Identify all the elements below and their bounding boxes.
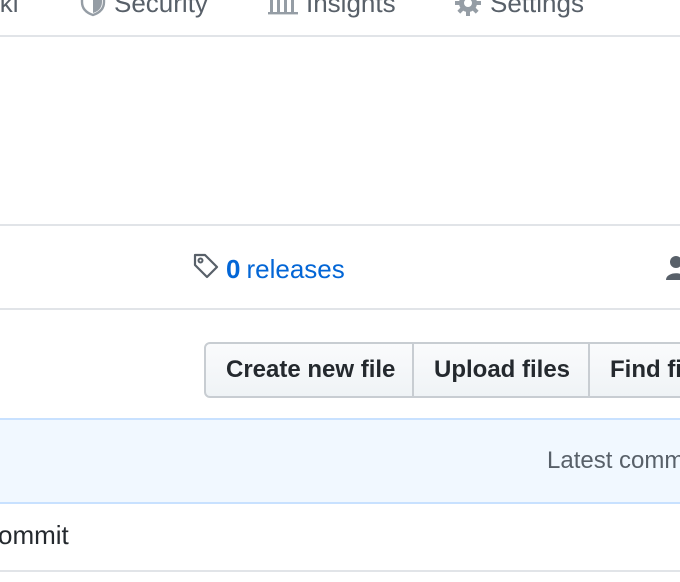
releases-count: 0: [226, 253, 241, 284]
upload-files-button[interactable]: Upload files: [414, 342, 590, 398]
tab-wiki[interactable]: iki: [0, 0, 19, 18]
releases-label: releases: [246, 253, 345, 284]
releases-link[interactable]: 0 releases: [192, 252, 345, 286]
person-icon[interactable]: [664, 254, 680, 287]
tab-insights[interactable]: Insights: [268, 0, 396, 18]
tab-settings[interactable]: Settings: [454, 0, 584, 18]
tab-settings-label: Settings: [490, 0, 584, 18]
tab-security[interactable]: Security: [80, 0, 208, 18]
latest-commit-label: Latest comm: [547, 447, 680, 474]
tab-security-label: Security: [114, 0, 208, 18]
create-new-file-button[interactable]: Create new file: [204, 342, 414, 398]
file-row-commit-message[interactable]: ommit: [0, 520, 69, 551]
tab-wiki-label: iki: [0, 0, 19, 18]
find-file-button[interactable]: Find fi: [590, 342, 680, 398]
divider: [0, 570, 680, 572]
file-actions: Create new file Upload files Find fi: [204, 342, 680, 398]
tag-icon: [192, 252, 220, 287]
divider: [0, 224, 680, 226]
graph-icon: [268, 0, 298, 15]
gear-icon: [454, 0, 482, 17]
repo-nav: iki Security Insights: [0, 0, 680, 37]
shield-icon: [80, 0, 106, 17]
divider: [0, 308, 680, 310]
tab-insights-label: Insights: [306, 0, 396, 18]
